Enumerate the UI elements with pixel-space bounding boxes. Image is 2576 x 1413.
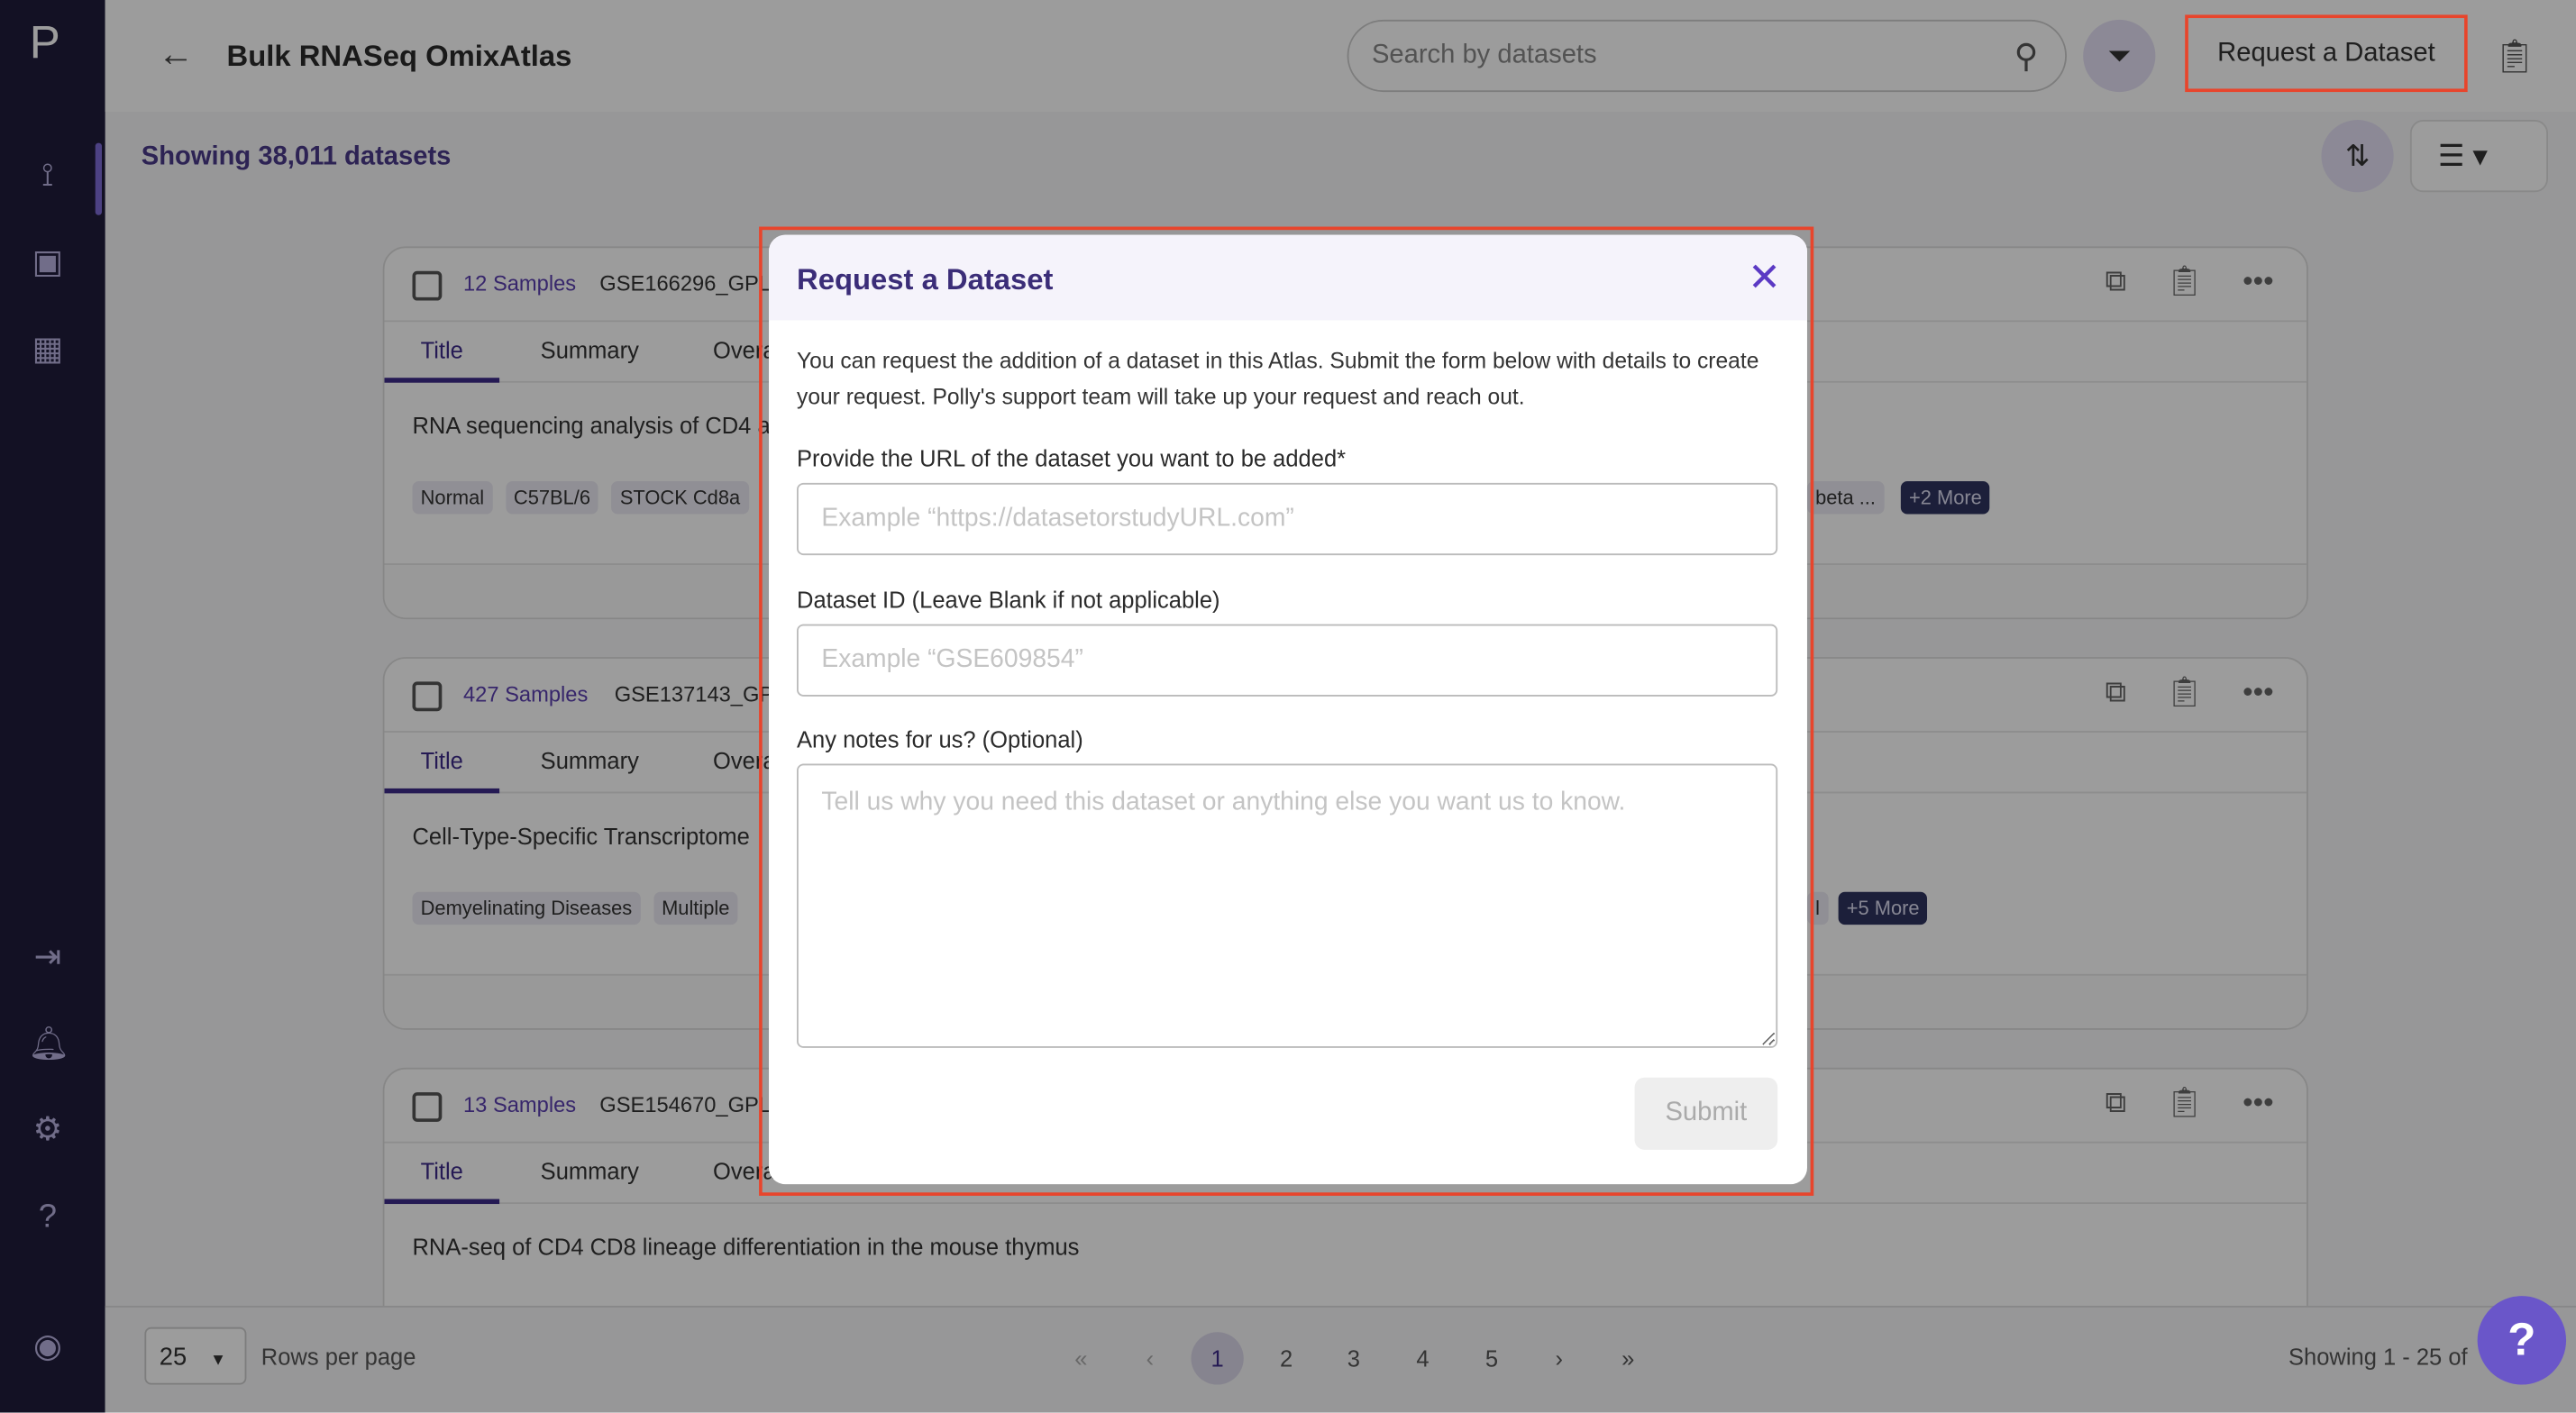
url-label: Provide the URL of the dataset you want … bbox=[797, 444, 1347, 472]
dataset-id-label: Dataset ID (Leave Blank if not applicabl… bbox=[797, 586, 1220, 613]
submit-button[interactable]: Submit bbox=[1634, 1077, 1778, 1150]
notes-textarea[interactable] bbox=[797, 763, 1778, 1048]
help-button[interactable]: ? bbox=[2477, 1296, 2567, 1385]
modal-title: Request a Dataset bbox=[797, 262, 1054, 296]
modal-description: You can request the addition of a datase… bbox=[797, 348, 1759, 409]
url-input[interactable] bbox=[797, 482, 1778, 556]
highlight-box bbox=[2185, 14, 2468, 93]
request-dataset-modal: Request a Dataset ✕ You can request the … bbox=[769, 234, 1807, 1185]
notes-label: Any notes for us? (Optional) bbox=[797, 725, 1083, 752]
close-icon[interactable]: ✕ bbox=[1748, 255, 1781, 303]
dataset-id-input[interactable] bbox=[797, 624, 1778, 697]
